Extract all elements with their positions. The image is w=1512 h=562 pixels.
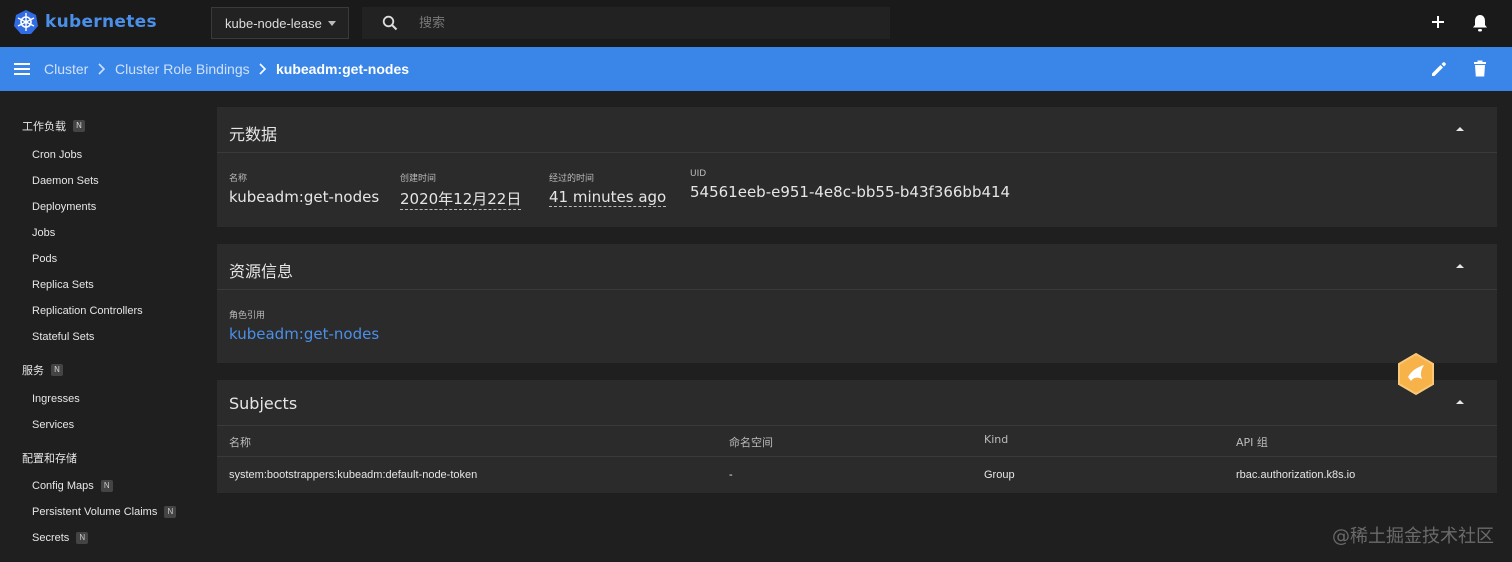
table-divider (217, 456, 1497, 457)
subjects-card: Subjects 名称 命名空间 Kind API 组 system:boots… (217, 380, 1497, 493)
kubernetes-wheel-icon (14, 10, 38, 34)
trash-icon[interactable] (1471, 59, 1489, 79)
subject-name-cell: system:bootstrappers:kubeadm:default-nod… (229, 469, 478, 481)
chevron-right-icon (259, 63, 267, 75)
sidebar-item-secrets[interactable]: Secrets N (32, 532, 89, 544)
sidebar-section-config-storage[interactable]: 配置和存储 (22, 450, 77, 466)
metadata-created-value[interactable]: 2020年12月22日 (400, 188, 522, 210)
sidebar-item-services[interactable]: Services (32, 419, 74, 431)
sidebar-item-persistent-volume-claims[interactable]: Persistent Volume Claims N (32, 506, 177, 518)
breadcrumb-cluster-role-bindings[interactable]: Cluster Role Bindings (115, 47, 250, 91)
bell-icon[interactable] (1471, 13, 1489, 33)
action-bar: Cluster Cluster Role Bindings kubeadm:ge… (0, 47, 1512, 91)
namespaced-badge: N (76, 532, 89, 544)
namespace-value: kube-node-lease (225, 15, 322, 31)
column-header-api-group[interactable]: API 组 (1236, 434, 1268, 450)
logo[interactable]: kubernetes (13, 9, 157, 35)
sidebar-item-jobs[interactable]: Jobs (32, 227, 55, 239)
search-input[interactable] (419, 7, 879, 39)
chevron-right-icon (98, 63, 106, 75)
sidebar-item-replication-controllers[interactable]: Replication Controllers (32, 305, 143, 317)
sidebar-section-workloads[interactable]: 工作负载 N (22, 118, 85, 134)
caret-down-icon (328, 21, 336, 26)
logo-text: kubernetes (45, 12, 157, 32)
column-header-namespace[interactable]: 命名空间 (729, 434, 773, 450)
column-header-kind[interactable]: Kind (984, 433, 1008, 446)
metadata-created-field: 创建时间 2020年12月22日 (400, 174, 522, 210)
metadata-uid-value: 54561eeb-e951-4e8c-bb55-b43f366bb414 (690, 183, 1011, 201)
role-ref-field: 角色引用 kubeadm:get-nodes (229, 311, 380, 343)
namespaced-badge: N (164, 506, 177, 518)
resource-info-card: 资源信息 角色引用 kubeadm:get-nodes (217, 244, 1497, 363)
sidebar-item-replica-sets[interactable]: Replica Sets (32, 279, 94, 291)
namespaced-badge: N (73, 120, 85, 132)
pencil-icon[interactable] (1429, 59, 1449, 79)
metadata-name-value: kubeadm:get-nodes (229, 188, 380, 206)
metadata-card: 元数据 名称 kubeadm:get-nodes 创建时间 2020年12月22… (217, 107, 1497, 227)
watermark-text: @稀土掘金技术社区 (1332, 526, 1494, 547)
metadata-name-field: 名称 kubeadm:get-nodes (229, 174, 380, 206)
assistant-bird-icon[interactable] (1396, 352, 1436, 396)
metadata-title: 元数据 (229, 125, 278, 144)
sidebar-item-ingresses[interactable]: Ingresses (32, 393, 80, 405)
chevron-up-icon[interactable] (1454, 261, 1466, 271)
metadata-card-header[interactable]: 元数据 (217, 107, 1497, 153)
subject-kind-cell: Group (984, 469, 1015, 481)
sidebar-item-config-maps[interactable]: Config Maps N (32, 480, 113, 492)
plus-icon[interactable] (1429, 13, 1447, 31)
top-bar: kubernetes kube-node-lease (0, 0, 1512, 47)
subject-namespace-cell: - (729, 469, 733, 481)
sidebar-item-stateful-sets[interactable]: Stateful Sets (32, 331, 94, 343)
subject-api-group-cell: rbac.authorization.k8s.io (1236, 469, 1356, 481)
metadata-age-value[interactable]: 41 minutes ago (549, 188, 667, 207)
sidebar-section-services[interactable]: 服务 N (22, 362, 63, 378)
subjects-card-header[interactable]: Subjects (217, 380, 1497, 426)
resource-info-title: 资源信息 (229, 262, 294, 281)
resource-info-card-header[interactable]: 资源信息 (217, 244, 1497, 290)
namespace-select[interactable]: kube-node-lease (211, 7, 349, 39)
role-ref-link[interactable]: kubeadm:get-nodes (229, 325, 379, 343)
sidebar-nav: 工作负载 N Cron Jobs Daemon Sets Deployments… (0, 91, 200, 562)
namespaced-badge: N (100, 480, 113, 492)
sidebar-item-cron-jobs[interactable]: Cron Jobs (32, 149, 82, 161)
subjects-title: Subjects (229, 394, 298, 413)
metadata-age-field: 经过的时间 41 minutes ago (549, 174, 667, 207)
namespaced-badge: N (51, 364, 63, 376)
sidebar-item-deployments[interactable]: Deployments (32, 201, 96, 213)
breadcrumb-current: kubeadm:get-nodes (276, 61, 410, 77)
search-bar (362, 7, 890, 39)
search-icon[interactable] (382, 15, 398, 31)
metadata-uid-field: UID 54561eeb-e951-4e8c-bb55-b43f366bb414 (690, 169, 1011, 201)
sidebar-item-pods[interactable]: Pods (32, 253, 57, 265)
column-header-name[interactable]: 名称 (229, 434, 251, 450)
chevron-up-icon[interactable] (1454, 397, 1466, 407)
chevron-up-icon[interactable] (1454, 124, 1466, 134)
sidebar-item-daemon-sets[interactable]: Daemon Sets (32, 175, 99, 187)
breadcrumb-cluster[interactable]: Cluster (44, 47, 88, 91)
hamburger-icon[interactable] (13, 60, 31, 78)
